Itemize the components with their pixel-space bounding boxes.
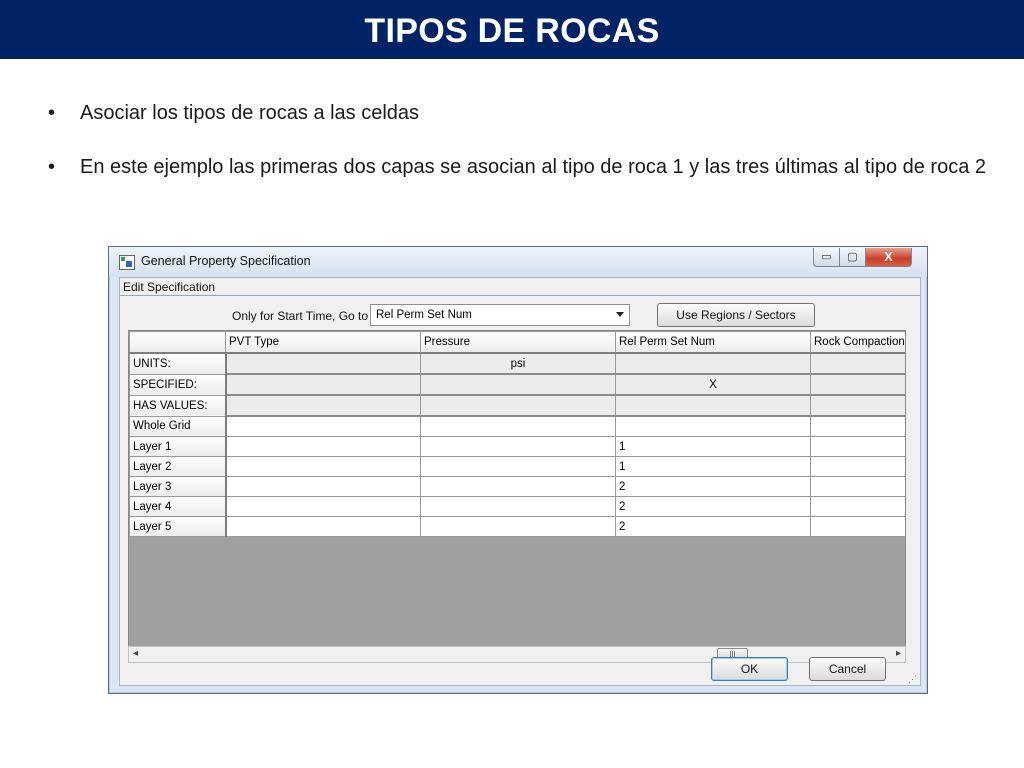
property-grid: PVT Type Pressure Rel Perm Set Num Rock … [128,330,906,647]
goto-label: Only for Start Time, Go to [232,309,369,323]
grid-cell [615,352,811,375]
grid-cell[interactable]: 1 [615,456,811,477]
grid-cell [810,352,905,375]
grid-cell[interactable] [810,476,905,497]
grid-cell [225,373,421,396]
bullet-list: • Asociar los tipos de rocas a las celdas… [48,100,988,208]
row-header: SPECIFIED: [129,373,227,396]
corner-cell [129,331,226,354]
grid-cell: psi [420,352,616,375]
table-header-row: PVT Type Pressure Rel Perm Set Num Rock … [129,331,905,354]
table-row: Layer 5 2 [129,516,905,537]
grid-cell [420,394,616,417]
minimize-button[interactable]: ▭ [813,248,840,267]
column-header[interactable]: Rock Compaction [810,331,905,354]
close-button[interactable]: X [865,248,912,267]
bullet-dot: • [48,102,56,124]
property-table: PVT Type Pressure Rel Perm Set Num Rock … [129,331,905,537]
goto-select-value: Rel Perm Set Num [376,309,472,321]
grid-cell[interactable] [225,476,421,497]
grid-cell[interactable] [420,496,616,517]
grid-cell [225,352,421,375]
grid-cell[interactable]: 2 [615,516,811,537]
app-icon [119,255,135,270]
property-specification-window: General Property Specification ▭ ▢ X Edi… [108,246,928,694]
grid-cell[interactable] [810,496,905,517]
row-header: Layer 3 [129,476,227,497]
grid-cell[interactable] [810,415,905,437]
grid-cell [810,373,905,396]
grid-cell [810,394,905,417]
grid-cell[interactable] [420,436,616,457]
row-header: Layer 2 [129,456,227,477]
grid-cell [615,394,811,417]
grid-cell[interactable]: 1 [615,436,811,457]
goto-select[interactable]: Rel Perm Set Num [370,304,630,326]
grid-cell[interactable] [225,496,421,517]
window-title: General Property Specification [141,254,311,268]
group-divider [120,295,920,296]
bullet-dot: • [48,156,56,178]
group-label: Edit Specification [123,280,216,294]
horizontal-scrollbar[interactable]: ◂ ||| ▸ [128,646,906,663]
use-regions-button[interactable]: Use Regions / Sectors [657,303,815,327]
grid-cell[interactable] [810,456,905,477]
grid-cell[interactable] [615,415,811,437]
table-row: Layer 1 1 [129,436,905,457]
grid-cell[interactable] [420,456,616,477]
chevron-down-icon[interactable] [616,312,624,317]
table-row: Layer 2 1 [129,456,905,477]
grid-cell[interactable]: 2 [615,496,811,517]
grid-cell[interactable] [810,516,905,537]
table-row: Layer 3 2 [129,476,905,497]
table-row: SPECIFIED: X [129,373,905,396]
bullet-item: • En este ejemplo las primeras dos capas … [48,154,988,180]
table-row: UNITS: psi [129,352,905,375]
bullet-text: Asociar los tipos de rocas a las celdas [80,102,420,124]
slide-title-bar: TIPOS DE ROCAS [0,0,1024,59]
maximize-button[interactable]: ▢ [839,248,866,267]
window-title-bar[interactable]: General Property Specification ▭ ▢ X [109,247,927,277]
grid-cell[interactable] [225,415,421,437]
ok-button[interactable]: OK [711,657,788,681]
grid-cell [225,394,421,417]
grid-cell[interactable] [225,436,421,457]
row-header: UNITS: [129,352,227,375]
row-header: HAS VALUES: [129,394,227,417]
slide-title: TIPOS DE ROCAS [364,12,660,50]
table-row: Whole Grid [129,415,905,437]
row-header: Layer 1 [129,436,227,457]
column-header[interactable]: Rel Perm Set Num [615,331,811,354]
grid-cell[interactable] [420,516,616,537]
column-header[interactable]: Pressure [420,331,616,354]
scroll-left-icon[interactable]: ◂ [133,648,138,659]
grid-cell: X [615,373,811,396]
resize-grip-icon[interactable]: ⋰ [908,674,917,685]
row-header: Layer 5 [129,516,227,537]
row-header: Whole Grid [129,415,227,437]
scroll-right-icon[interactable]: ▸ [896,648,901,659]
grid-cell[interactable] [810,436,905,457]
grid-cell[interactable] [225,516,421,537]
table-row: HAS VALUES: [129,394,905,417]
grid-cell[interactable] [225,456,421,477]
column-header[interactable]: PVT Type [225,331,421,354]
bullet-item: • Asociar los tipos de rocas a las celdas [48,100,988,126]
grid-cell[interactable]: 2 [615,476,811,497]
table-row: Layer 4 2 [129,496,905,517]
row-header: Layer 4 [129,496,227,517]
cancel-button[interactable]: Cancel [809,657,886,681]
bullet-text: En este ejemplo las primeras dos capas s… [80,156,987,178]
edit-specification-panel: Edit Specification Only for Start Time, … [119,277,921,686]
grid-cell[interactable] [420,415,616,437]
grid-cell [420,373,616,396]
grid-cell[interactable] [420,476,616,497]
